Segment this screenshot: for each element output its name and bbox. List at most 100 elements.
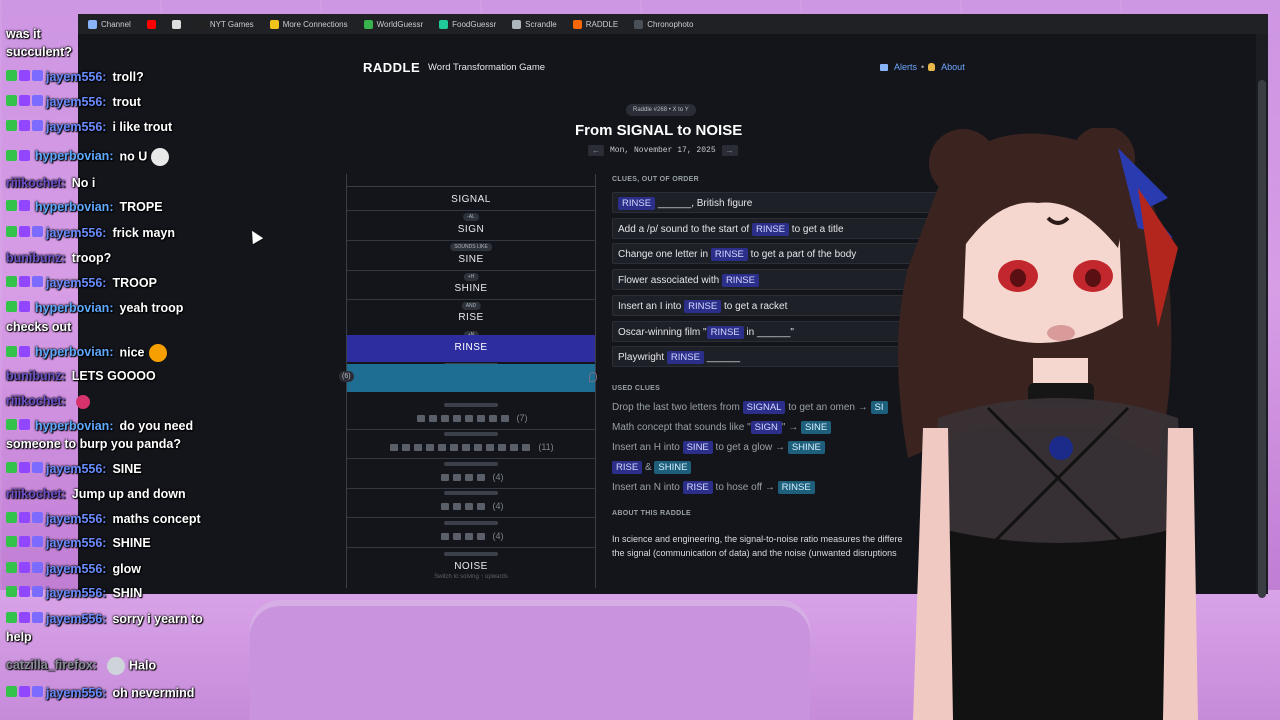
chat-username[interactable]: bunibunz:	[6, 251, 66, 265]
blank-word-row[interactable]: (4)	[347, 501, 595, 511]
chat-username[interactable]: riiikochet:	[6, 176, 66, 190]
vip-badge-icon	[6, 512, 17, 524]
bookmark-item[interactable]: RADDLE	[572, 19, 618, 29]
chat-message: jayem556: oh nevermind	[6, 686, 194, 701]
chat-username[interactable]: hyperbovian:	[35, 301, 114, 315]
chat-message: bunibunz: LETS GOOOO	[6, 369, 156, 384]
chat-message: bunibunz: troop?	[6, 251, 111, 266]
chat-username[interactable]: hyperbovian:	[35, 149, 114, 163]
clue-word-token: RINSE	[706, 325, 744, 339]
chat-username[interactable]: hyperbovian:	[35, 419, 114, 433]
vip-badge-icon	[6, 120, 17, 132]
chat-message: riiikochet: No i	[6, 176, 95, 191]
vip-badge-icon	[6, 462, 17, 474]
alerts-link[interactable]: Alerts	[894, 62, 917, 72]
vtuber-avatar	[898, 128, 1198, 720]
bookmark-icon	[634, 19, 644, 29]
chat-message: was it	[6, 27, 41, 42]
chat-badges	[6, 301, 32, 316]
bookmark-item[interactable]: Chronophoto	[634, 19, 693, 29]
chat-username[interactable]: catzilla_firefox:	[6, 658, 97, 672]
chat-username[interactable]: jayem556:	[46, 512, 106, 526]
chat-username[interactable]: jayem556:	[46, 70, 106, 84]
chat-text: help	[6, 630, 32, 644]
used-clue-text: Math concept that sounds like "	[612, 422, 751, 433]
chat-text: someone to burp you panda?	[6, 437, 182, 451]
date-navigation: ← Mon, November 17, 2025 →	[588, 145, 738, 156]
letter-square	[488, 415, 497, 423]
chat-username[interactable]: jayem556:	[46, 95, 106, 109]
ladder-word: SIGNAL	[451, 194, 491, 205]
blank-word-row[interactable]: (4)	[347, 531, 595, 541]
member-badge-icon	[32, 612, 43, 624]
chat-text: nice	[119, 345, 145, 360]
bookmark-item[interactable]: FoodGuessr	[439, 19, 497, 29]
hint-slot	[444, 552, 498, 556]
blank-length-badge: (6)	[339, 371, 354, 382]
clue-text-before: Insert an I into	[618, 300, 685, 312]
chat-username[interactable]: jayem556:	[46, 562, 106, 576]
sub-badge-icon	[19, 120, 30, 132]
letter-square	[450, 444, 459, 452]
bookmark-item[interactable]: WorldGuessr	[363, 19, 424, 29]
blank-word-row[interactable]: (7)	[347, 413, 595, 423]
blank-word-row[interactable]: (11)	[347, 442, 595, 452]
page-scrollbar[interactable]	[1256, 34, 1268, 598]
clue-text-after: ______	[703, 352, 741, 364]
clue-text-before: Change one letter in	[618, 249, 711, 261]
ladder-top-line	[347, 186, 595, 187]
about-link[interactable]: About	[941, 62, 965, 72]
blank-word-row[interactable]: (4)	[347, 472, 595, 482]
letter-square	[464, 533, 473, 541]
letter-square	[464, 503, 473, 511]
chat-username[interactable]: jayem556:	[46, 612, 106, 626]
vip-badge-icon	[6, 536, 17, 548]
sub-badge-icon	[19, 95, 30, 107]
chat-text: Jump up and down	[71, 487, 186, 501]
chat-message: hyperbovian: nice	[6, 344, 167, 362]
used-clue-text: Drop the last two letters from	[612, 402, 743, 413]
ladder-hint-badge: +H	[463, 273, 479, 281]
letter-square	[500, 415, 509, 423]
vip-badge-icon	[6, 345, 17, 357]
member-badge-icon	[32, 95, 43, 107]
chat-username[interactable]: jayem556:	[46, 536, 106, 550]
chat-username[interactable]: hyperbovian:	[35, 200, 114, 214]
chat-username[interactable]: jayem556:	[46, 462, 106, 476]
hint-slot	[444, 521, 498, 525]
switch-direction-link[interactable]: Switch to solving ↑ upwards	[347, 574, 595, 580]
bookmark-item[interactable]: Scrandle	[512, 19, 557, 29]
chat-message: jayem556: SINE	[6, 462, 142, 477]
member-badge-icon	[32, 70, 43, 82]
vip-badge-icon	[6, 612, 17, 624]
site-logo[interactable]: RADDLE	[363, 60, 420, 75]
chat-username[interactable]: jayem556:	[46, 586, 106, 600]
active-input-row[interactable]	[347, 364, 595, 392]
used-clues-heading: USED CLUES	[612, 385, 661, 392]
scrollbar-thumb[interactable]	[1258, 80, 1266, 598]
chat-username[interactable]: riiikochet:	[6, 394, 66, 408]
chat-username[interactable]: jayem556:	[46, 120, 106, 134]
ladder-current-row[interactable]: RINSE	[347, 335, 595, 362]
chat-username[interactable]: bunibunz:	[6, 369, 66, 383]
used-clue-item: Insert an H into SINE to get a glow → SH…	[612, 441, 825, 454]
next-day-button[interactable]: →	[721, 145, 738, 156]
chat-username[interactable]: jayem556:	[46, 226, 106, 240]
bookmark-label: FoodGuessr	[452, 19, 497, 29]
sub-badge-icon	[19, 462, 30, 474]
chat-username[interactable]: hyperbovian:	[35, 345, 114, 359]
vip-badge-icon	[6, 419, 17, 431]
chat-username[interactable]: jayem556:	[46, 276, 106, 290]
used-clue-text: to get a glow →	[712, 442, 788, 453]
ladder-hint-badge: SOUNDS LIKE	[450, 243, 492, 251]
letter-square	[440, 415, 449, 423]
letter-square	[414, 444, 423, 452]
chat-username[interactable]: jayem556:	[46, 686, 106, 700]
chat-text: checks out	[6, 320, 72, 334]
letter-square	[498, 444, 507, 452]
bookmark-label: WorldGuessr	[376, 19, 424, 29]
letter-count: (4)	[492, 531, 504, 541]
prev-day-button[interactable]: ←	[588, 145, 604, 156]
hint-pin-icon[interactable]	[589, 372, 597, 382]
chat-username[interactable]: riiikochet:	[6, 487, 66, 501]
